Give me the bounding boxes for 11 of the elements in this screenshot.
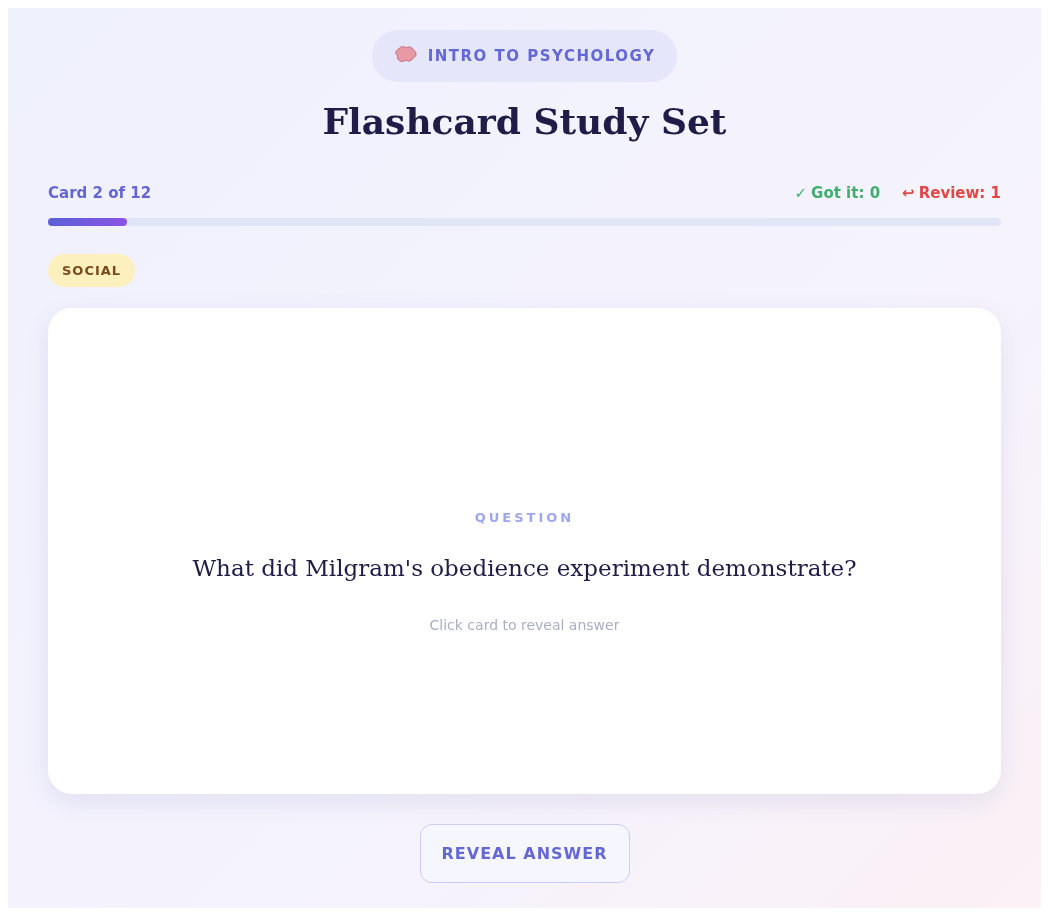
tally-count: ↩ Review: 1 <box>902 184 1001 202</box>
question-text: What did Milgram's obedience experiment demonstrate? <box>192 554 857 581</box>
course-label: INTRO TO PSYCHOLOGY <box>427 47 656 65</box>
side-label: QUESTION <box>474 509 575 525</box>
page-title: Flashcard Study Set <box>322 100 727 142</box>
progress-label: Card 2 of 12 <box>48 184 152 202</box>
category-tag: SOCIAL <box>48 254 136 287</box>
tally-count: ✓ Got it: 0 <box>794 184 881 202</box>
reveal-answer-button[interactable]: REVEAL ANSWER <box>419 824 630 883</box>
flashcard[interactable]: QUESTION What did Milgram's obedience experiment demonstrate? Click card to reveal answer <box>48 308 1001 794</box>
reveal-hint: Click card to reveal answer <box>429 616 620 633</box>
